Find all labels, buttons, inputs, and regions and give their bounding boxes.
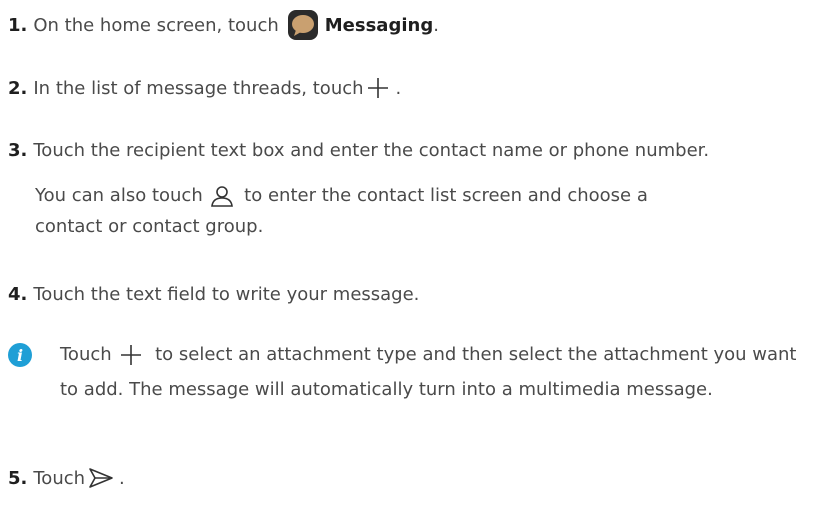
step-number: 2. xyxy=(8,77,28,99)
step-4: 4. Touch the text field to write your me… xyxy=(8,279,419,309)
step-text-end: . xyxy=(433,14,439,36)
plus-icon xyxy=(119,343,143,367)
step-number: 4. xyxy=(8,283,28,305)
step-1: 1. On the home screen, touch Messaging . xyxy=(8,8,439,42)
step-text: In the list of message threads, touch xyxy=(33,77,364,99)
step-3: 3. Touch the recipient text box and ente… xyxy=(8,135,709,165)
note-end: to select an attachment type and then se… xyxy=(60,344,797,400)
note-start: Touch xyxy=(60,344,118,365)
person-icon xyxy=(210,184,234,208)
plus-icon xyxy=(366,76,390,100)
note-text: Touch to select an attachment type and t… xyxy=(60,337,810,407)
step-text: Touch xyxy=(33,467,86,489)
info-icon: i xyxy=(8,343,32,367)
step-3-detail: You can also touch to enter the contact … xyxy=(35,180,655,242)
step-3-detail-start: You can also touch xyxy=(35,185,209,206)
messaging-label: Messaging xyxy=(324,14,434,36)
step-5: 5. Touch . xyxy=(8,463,125,493)
step-text-end: . xyxy=(395,77,402,99)
step-text: Touch the text field to write your messa… xyxy=(33,283,420,305)
messaging-app-icon xyxy=(287,9,319,41)
step-number: 3. xyxy=(8,139,28,161)
step-text-end: . xyxy=(119,467,125,489)
send-icon xyxy=(87,466,115,490)
step-text: Touch the recipient text box and enter t… xyxy=(33,139,710,161)
step-number: 5. xyxy=(8,467,28,489)
step-number: 1. xyxy=(8,14,28,36)
step-2: 2. In the list of message threads, touch… xyxy=(8,73,401,103)
step-text: On the home screen, touch xyxy=(33,14,279,36)
